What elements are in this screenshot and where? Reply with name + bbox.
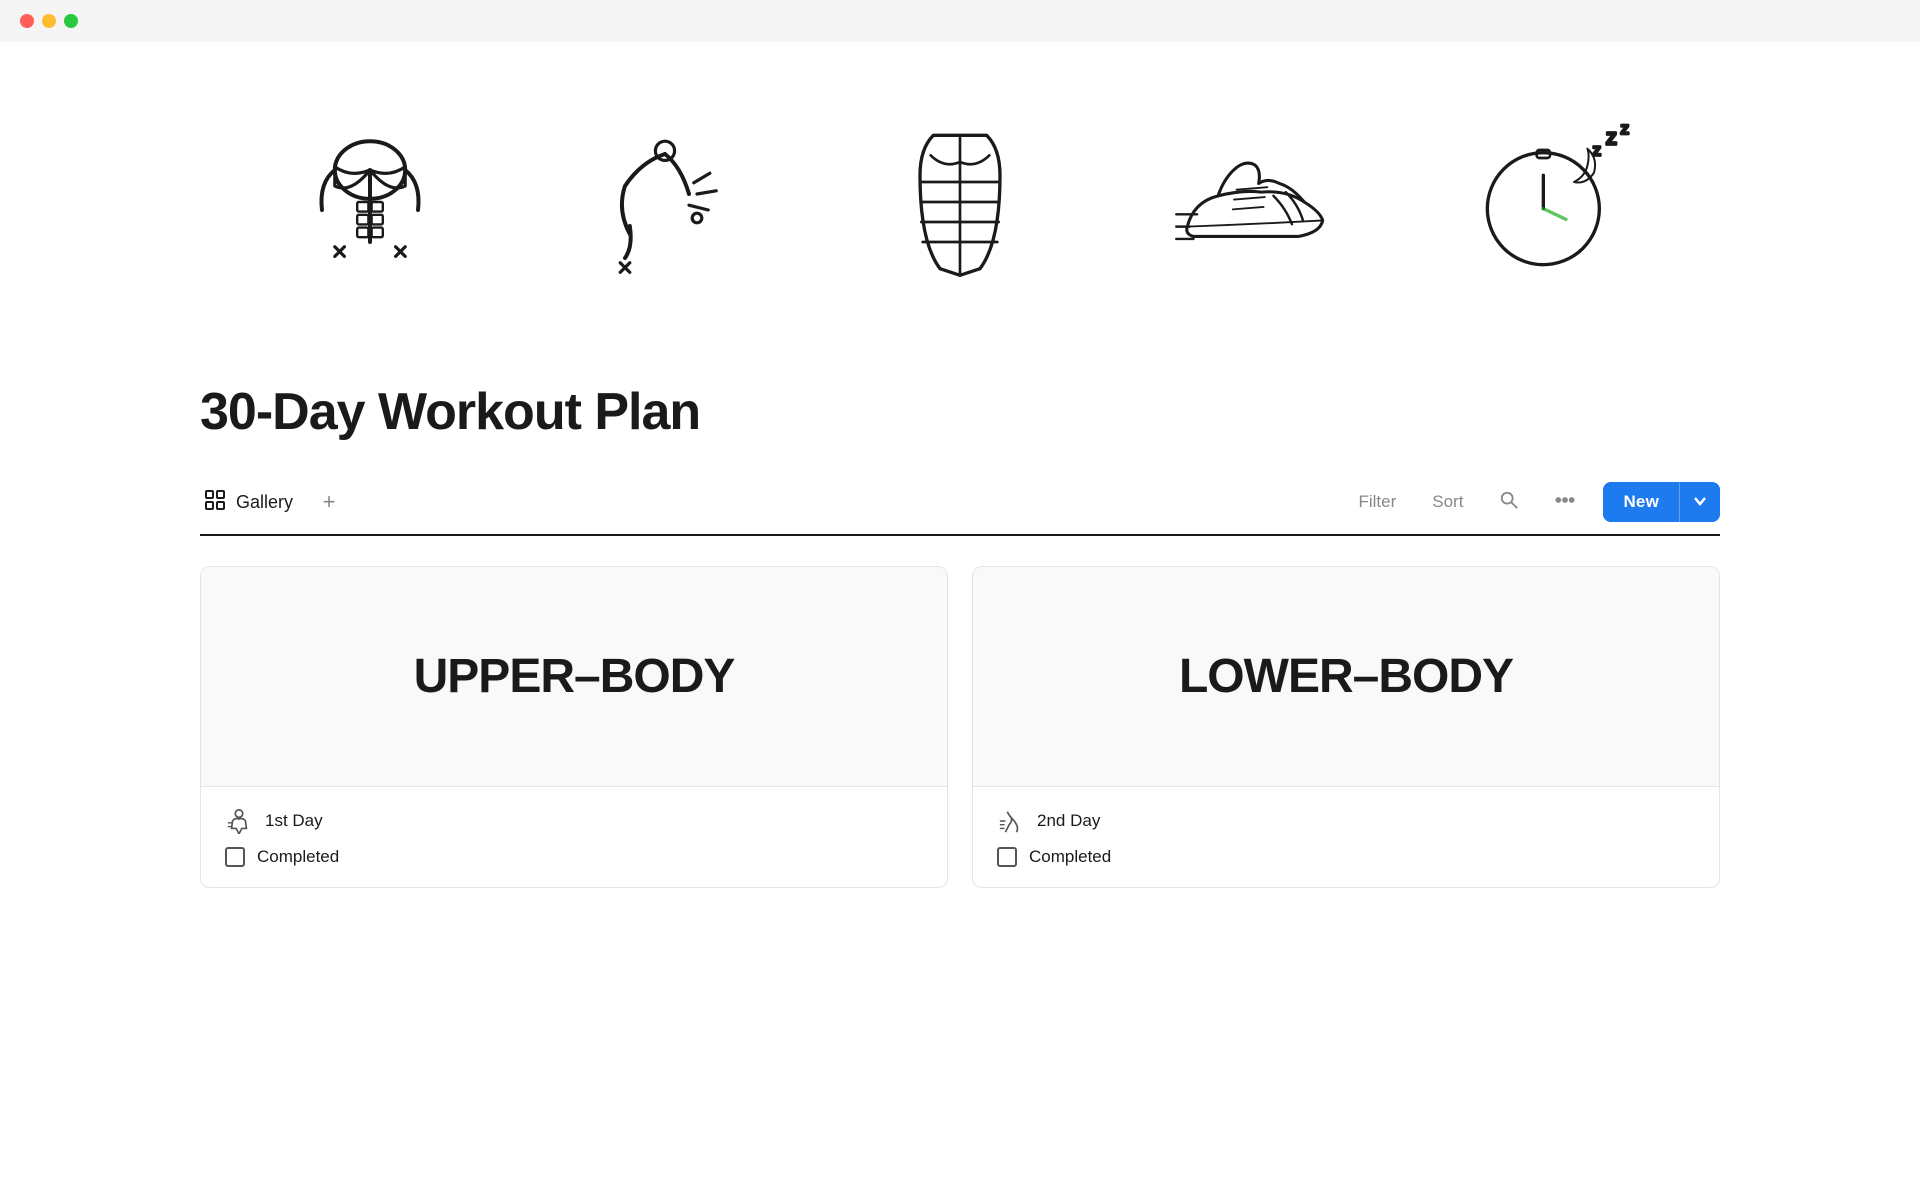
search-button[interactable] (1491, 486, 1527, 519)
gallery-grid: UPPER–BODY 1st Day (200, 566, 1720, 888)
gallery-icon (204, 489, 226, 516)
chest-icon (280, 112, 460, 292)
card-1-image: UPPER–BODY (201, 567, 947, 787)
card-2-day-row: 2nd Day (997, 807, 1695, 835)
content-area: Z Z Z 30-Day Workout Plan Gallery (0, 42, 1920, 928)
card-1-day-label: 1st Day (265, 811, 323, 831)
gallery-tab[interactable]: Gallery (200, 483, 297, 522)
sort-button[interactable]: Sort (1424, 488, 1471, 516)
card-2-completed-label: Completed (1029, 847, 1111, 867)
card-2-image: LOWER–BODY (973, 567, 1719, 787)
toolbar-left: Gallery + (200, 483, 345, 522)
svg-text:Z: Z (1621, 122, 1629, 137)
card-1-completed-row: Completed (225, 847, 923, 867)
gallery-card-2[interactable]: LOWER–BODY 2nd (972, 566, 1720, 888)
card-2-checkbox[interactable] (997, 847, 1017, 867)
chevron-down-icon (1692, 493, 1708, 512)
sort-label: Sort (1432, 492, 1463, 512)
toolbar-right: Filter Sort (1350, 482, 1720, 522)
filter-label: Filter (1358, 492, 1396, 512)
card-1-completed-label: Completed (257, 847, 339, 867)
add-view-button[interactable]: + (313, 486, 345, 518)
more-options-button[interactable] (1547, 486, 1583, 519)
card-2-day-label: 2nd Day (1037, 811, 1100, 831)
sleep-clock-icon: Z Z Z (1460, 112, 1640, 292)
icon-row: Z Z Z (200, 82, 1720, 322)
maximize-dot[interactable] (64, 14, 78, 28)
gallery-card-1[interactable]: UPPER–BODY 1st Day (200, 566, 948, 888)
card-1-title: UPPER–BODY (414, 649, 735, 704)
upper-body-day-icon (225, 807, 253, 835)
new-button[interactable]: New (1603, 482, 1679, 522)
running-icon (1165, 112, 1345, 292)
svg-text:Z: Z (1593, 143, 1601, 158)
card-2-body: 2nd Day Completed (973, 787, 1719, 887)
new-button-arrow[interactable] (1679, 483, 1720, 522)
plus-icon: + (323, 489, 336, 515)
page-title: 30-Day Workout Plan (200, 382, 1720, 442)
gallery-tab-label: Gallery (236, 492, 293, 513)
card-1-checkbox[interactable] (225, 847, 245, 867)
titlebar (0, 0, 1920, 42)
toolbar: Gallery + Filter Sort (200, 482, 1720, 536)
shoulder-icon (575, 112, 755, 292)
ellipsis-icon (1555, 490, 1575, 515)
minimize-dot[interactable] (42, 14, 56, 28)
close-dot[interactable] (20, 14, 34, 28)
filter-button[interactable]: Filter (1350, 488, 1404, 516)
card-2-title: LOWER–BODY (1179, 649, 1513, 704)
card-2-completed-row: Completed (997, 847, 1695, 867)
lower-body-day-icon (997, 807, 1025, 835)
new-button-group[interactable]: New (1603, 482, 1720, 522)
abs-icon (870, 112, 1050, 292)
card-1-day-row: 1st Day (225, 807, 923, 835)
search-icon (1499, 490, 1519, 515)
svg-text:Z: Z (1606, 129, 1617, 149)
card-1-body: 1st Day Completed (201, 787, 947, 887)
